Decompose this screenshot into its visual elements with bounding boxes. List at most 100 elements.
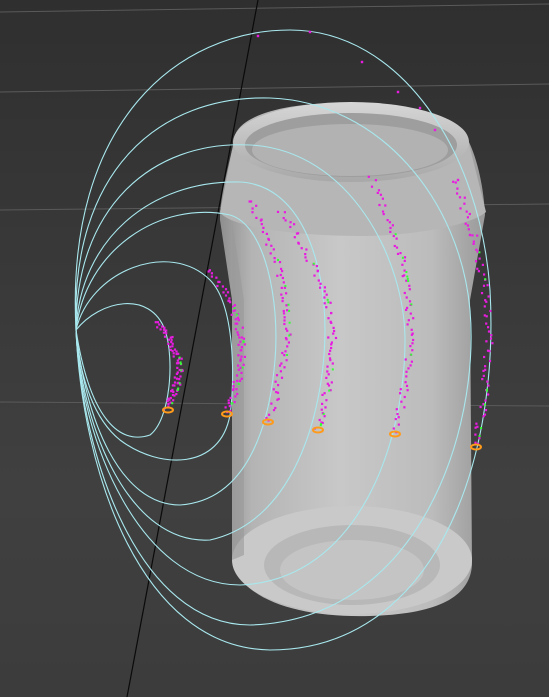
particle-stream-2-dot — [240, 355, 243, 358]
particle-stream-5-dot — [382, 213, 385, 216]
selected-vertex — [237, 383, 240, 385]
particle-stream-5-dot — [409, 345, 412, 348]
particle-stream-6-dot — [474, 441, 477, 444]
particle-stream-2-dot — [243, 343, 246, 346]
spline-curve-1[interactable] — [75, 303, 171, 438]
particle-stream-3-dot — [276, 398, 279, 401]
particle-stream-5-dot — [376, 191, 379, 194]
particle-stream-6-dot — [483, 273, 486, 276]
particle-stream-4-dot — [325, 306, 328, 309]
particle-stream-1-dot — [171, 384, 174, 387]
particle-stream-2-dot — [221, 285, 224, 288]
particle-stream-5-dot — [379, 193, 382, 196]
particle-stream-3-dot — [277, 384, 280, 387]
particle-stream-3-dot — [283, 322, 286, 326]
particle-stream-3-dot — [283, 354, 286, 357]
particle-stream-4-dot — [327, 373, 330, 376]
particle-stream-6-dot — [478, 257, 481, 260]
particle-stream-4-dot — [330, 341, 333, 344]
particle-emitter-6[interactable] — [470, 443, 482, 451]
particle-stream-5-dot — [389, 230, 392, 233]
particle-stream-2-dot — [240, 371, 243, 374]
particle-stream-4-dot — [329, 301, 332, 304]
particle-stream-6-dot — [475, 248, 478, 251]
particle-stream-5-dot — [403, 291, 406, 295]
particle-stream-3-dot — [274, 380, 277, 383]
particle-stream-4-dot — [284, 219, 287, 222]
particle-stream-5-dot — [407, 367, 410, 370]
particle-stream-1-dot — [165, 329, 168, 332]
particle-stream-2-dot — [239, 340, 242, 343]
particle-outer-dot — [418, 106, 422, 110]
particle-stream-6-dot — [464, 222, 467, 225]
particle-stream-1-dot — [175, 377, 179, 380]
particle-stream-5-dot — [411, 342, 414, 345]
selected-vertex — [405, 271, 408, 273]
particle-stream-6-dot — [489, 337, 493, 340]
particle-stream-5-dot — [405, 370, 408, 373]
particle-stream-5-dot — [395, 237, 398, 240]
particle-stream-1-dot — [173, 376, 176, 379]
particle-stream-5-dot — [411, 349, 414, 352]
particle-stream-2-dot — [232, 380, 235, 384]
particle-stream-2-dot — [236, 322, 239, 325]
particle-stream-4-dot — [317, 279, 320, 282]
particle-stream-6-dot — [484, 409, 488, 412]
particle-stream-2-dot — [228, 405, 231, 408]
particle-stream-4-dot — [333, 329, 336, 333]
particle-stream-3-dot — [250, 200, 253, 203]
particle-stream-3-dot — [273, 260, 276, 263]
particle-stream-4-dot — [334, 336, 338, 340]
particle-stream-5-dot — [395, 246, 399, 249]
particle-stream-4-dot — [319, 282, 322, 285]
particle-stream-1-dot — [158, 323, 161, 326]
particle-stream-1-dot — [175, 362, 179, 365]
particle-stream-5-dot — [367, 175, 370, 178]
particle-stream-3-dot — [280, 362, 283, 365]
particle-stream-4-dot — [305, 248, 308, 251]
particle-stream-5-dot — [394, 418, 397, 421]
selected-vertex — [171, 402, 174, 405]
particle-stream-1-dot — [172, 355, 175, 358]
particle-stream-5-dot — [401, 263, 404, 266]
particle-stream-4-dot — [320, 408, 323, 411]
particle-stream-5-dot — [410, 328, 413, 331]
particle-stream-6-dot — [486, 380, 489, 383]
particle-stream-2-dot — [235, 388, 238, 391]
particle-stream-6-dot — [488, 350, 491, 353]
particle-stream-1-dot — [172, 399, 175, 402]
particle-stream-4-dot — [332, 332, 335, 335]
particle-stream-3-dot — [276, 391, 280, 394]
selected-vertex — [233, 307, 236, 310]
selected-vertex — [322, 412, 325, 415]
particle-stream-6-dot — [490, 334, 493, 337]
particle-stream-4-dot — [330, 381, 333, 384]
particle-stream-6-dot — [468, 212, 471, 216]
particle-stream-2-dot — [234, 328, 237, 331]
particle-stream-3-dot — [267, 238, 270, 241]
viewport-3d[interactable] — [0, 0, 549, 697]
particle-stream-6-dot — [466, 216, 469, 219]
selected-vertex — [241, 366, 244, 369]
particle-stream-5-dot — [406, 306, 409, 309]
particle-stream-6-dot — [482, 415, 485, 418]
particle-outer-dot — [396, 90, 400, 94]
particle-stream-3-dot — [285, 304, 288, 307]
particle-stream-1-dot — [175, 393, 178, 396]
particle-stream-3-dot — [260, 223, 263, 226]
particle-stream-2-dot — [218, 280, 221, 284]
particle-stream-3-dot — [273, 257, 276, 260]
soda-can-mesh[interactable] — [220, 102, 486, 617]
particle-stream-4-dot — [283, 211, 286, 214]
particle-stream-1-dot — [167, 342, 170, 345]
particle-stream-3-dot — [270, 402, 273, 405]
particle-stream-2-dot — [240, 346, 243, 349]
selected-vertex — [331, 368, 334, 371]
particle-stream-2-dot — [210, 275, 213, 278]
particle-stream-5-dot — [377, 189, 381, 192]
particle-stream-5-dot — [403, 259, 406, 262]
particle-stream-4-dot — [300, 247, 303, 250]
particle-stream-1-dot — [175, 350, 178, 353]
scene-canvas[interactable] — [0, 0, 549, 697]
particle-stream-1-dot — [169, 345, 172, 348]
